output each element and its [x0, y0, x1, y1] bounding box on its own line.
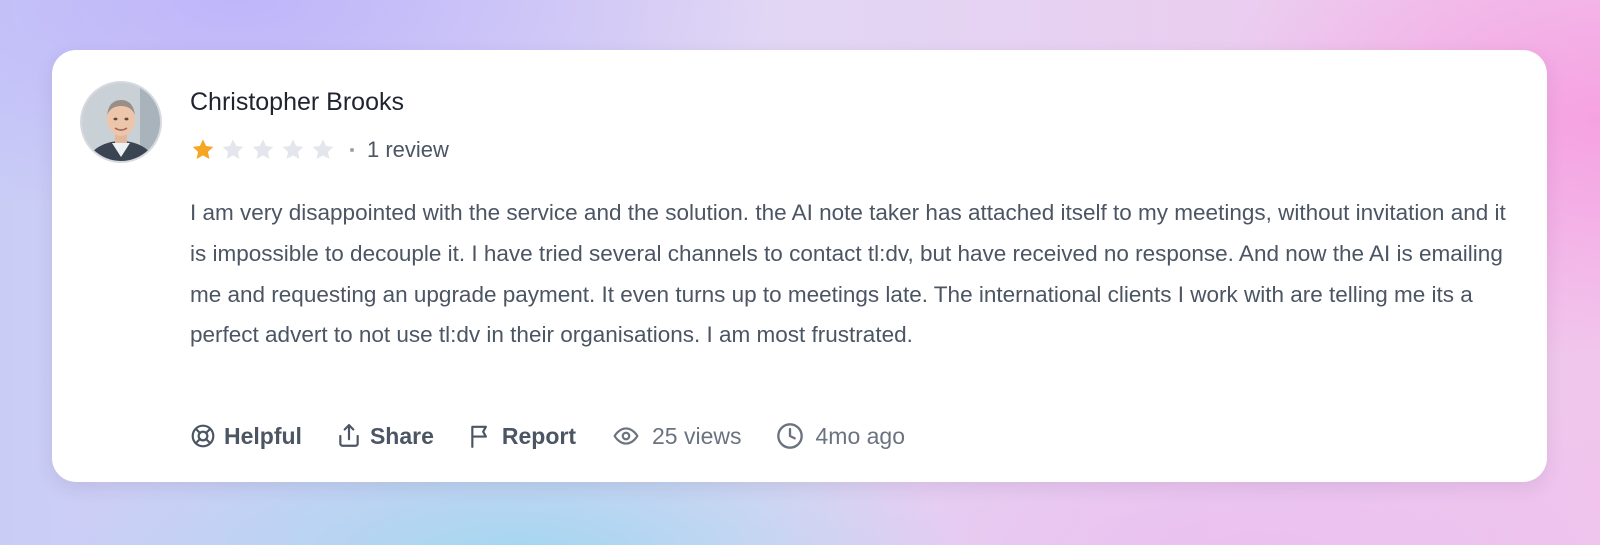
eye-icon — [613, 427, 639, 445]
timestamp: 4mo ago — [776, 422, 906, 450]
star-icon — [252, 139, 274, 159]
review-text: I am very disappointed with the service … — [190, 200, 1506, 348]
avatar[interactable] — [80, 81, 162, 163]
star-icon — [222, 139, 244, 159]
time-ago-label: 4mo ago — [815, 422, 906, 449]
star-icon — [192, 139, 214, 159]
helpful-button[interactable]: Helpful — [190, 423, 302, 450]
flag-icon — [471, 425, 487, 448]
lifebuoy-icon — [191, 424, 215, 448]
report-button[interactable]: Report — [468, 423, 576, 450]
review-count: 1 review — [367, 137, 449, 162]
star-icon — [312, 139, 334, 159]
views-label: 25 views — [652, 422, 742, 449]
clock-icon — [776, 423, 803, 449]
view-count: 25 views — [612, 422, 742, 450]
star-icon — [282, 139, 304, 159]
author-name: Christopher Brooks — [190, 88, 404, 116]
share-label: Share — [369, 422, 434, 449]
rating-row: 1 review — [190, 134, 449, 166]
report-label: Report — [501, 422, 577, 449]
helpful-label: Helpful — [224, 422, 302, 449]
share-button[interactable]: Share — [336, 423, 434, 450]
share-upload-icon — [339, 424, 359, 447]
separator-dot — [350, 148, 354, 152]
star-rating — [190, 137, 336, 163]
review-actions: Helpful Share Report 25 views 4mo ago — [190, 418, 939, 454]
review-card: Christopher Brooks 1 review I am very di… — [52, 50, 1547, 482]
